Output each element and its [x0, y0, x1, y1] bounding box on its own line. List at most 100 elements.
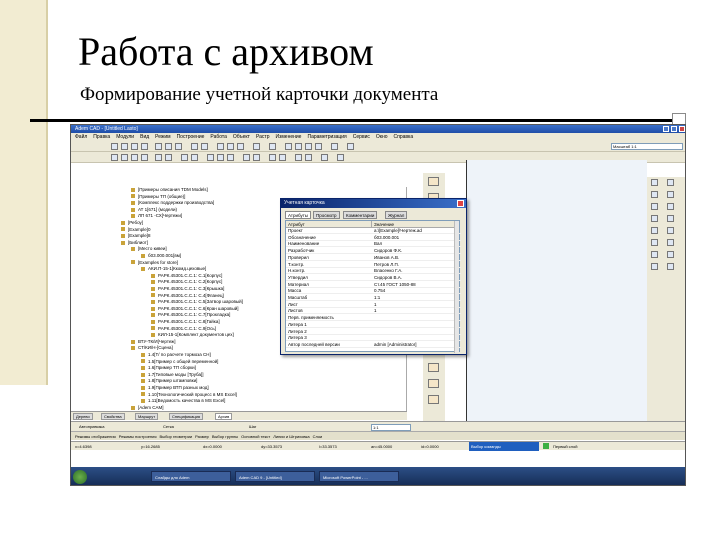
- move-icon[interactable]: [207, 154, 214, 161]
- spline-tool-icon[interactable]: [651, 215, 658, 222]
- attribute-row[interactable]: Лист 1: [286, 302, 461, 308]
- scale-combo[interactable]: Масштаб 1:1: [611, 143, 683, 150]
- tab-comments[interactable]: Комментарии: [343, 211, 378, 219]
- open-file-icon[interactable]: [121, 143, 128, 150]
- line-icon[interactable]: [111, 154, 118, 161]
- dimension-tool-icon[interactable]: [651, 263, 658, 270]
- tree-row[interactable]: РАРК.45301.С.С.1: С.1[Корпус]: [151, 273, 222, 279]
- save-icon[interactable]: [131, 143, 138, 150]
- arc-tool-icon[interactable]: [651, 191, 658, 198]
- tree-row[interactable]: 1.6[Пример ТП сборки]: [141, 365, 196, 371]
- export-tool-icon[interactable]: [428, 379, 439, 388]
- settings-icon[interactable]: [321, 154, 328, 161]
- menu-item[interactable]: Файл: [75, 133, 87, 141]
- print-icon[interactable]: [141, 143, 148, 150]
- tab-journal[interactable]: Журнал: [385, 211, 408, 219]
- new-file-icon[interactable]: [111, 143, 118, 150]
- line-tool-icon[interactable]: [651, 179, 658, 186]
- attribute-row[interactable]: Разработчик Сидоров Ф.К.: [286, 248, 461, 255]
- attribute-row[interactable]: Перв. применяемость: [286, 315, 461, 322]
- attribute-row[interactable]: Литера 3: [286, 335, 461, 342]
- mode-item[interactable]: Слои: [313, 432, 323, 440]
- zoom-fit-icon[interactable]: [237, 143, 244, 150]
- tree-row[interactable]: 1.4[Т/ по расчете тормоза СН]: [141, 352, 211, 358]
- tree-row[interactable]: АКИ.П-15-1[Ккомд.цеховые]: [141, 266, 206, 272]
- grid-scrollbar[interactable]: [454, 221, 459, 353]
- tab-specification[interactable]: Спецификация: [169, 413, 204, 420]
- tree-row[interactable]: [Adem CAM]: [131, 405, 164, 411]
- attribute-row[interactable]: Проект a:\[Example]\Чертеж.ad: [286, 228, 461, 234]
- paste-icon[interactable]: [175, 143, 182, 150]
- mode-item[interactable]: Основной текст: [241, 432, 270, 440]
- mode-item[interactable]: Размер: [195, 432, 209, 440]
- tree-row[interactable]: 1.10[Технологический процесс в MS Excel]: [141, 392, 237, 398]
- tab-archive[interactable]: Архив: [215, 413, 233, 420]
- menu-item[interactable]: Изменение: [275, 133, 301, 141]
- zoom-out-icon[interactable]: [227, 143, 234, 150]
- hatch-tool-icon[interactable]: [667, 215, 674, 222]
- tree-row[interactable]: ВТУ-ТК/И[Чертеж]: [131, 339, 176, 345]
- tree-row[interactable]: РАРК.45301.С.С.1: С.2[Корпус]: [151, 279, 222, 285]
- menu-item[interactable]: Сервис: [353, 133, 370, 141]
- array-tool-icon[interactable]: [667, 251, 674, 258]
- taskbar-item[interactable]: Adem CAD 9 - [Untitled]: [235, 471, 315, 482]
- attribute-row[interactable]: Материал Ст.45 ГОСТ 1050-88: [286, 282, 461, 288]
- tree-row[interactable]: РАРК.45301.С.С.1: С.9[Ось]: [151, 326, 216, 332]
- delete-tool-icon[interactable]: [667, 239, 674, 246]
- tree-row[interactable]: РАРК.45301.С.С.1: С.6[Кран шаровый]: [151, 306, 238, 312]
- tree-row[interactable]: [Example]0: [121, 227, 151, 233]
- text-tool-icon[interactable]: [667, 263, 674, 270]
- menu-item[interactable]: Растр: [256, 133, 270, 141]
- tree-row[interactable]: [Библиот]: [121, 240, 148, 246]
- mirror-tool-icon[interactable]: [651, 251, 658, 258]
- tree-row[interactable]: [Место кивеи]: [131, 246, 167, 252]
- minimize-icon[interactable]: [663, 126, 669, 132]
- column-header-attribute[interactable]: Атрибут: [286, 221, 372, 228]
- tree-row[interactable]: [Ребоу]: [121, 220, 143, 226]
- mode-item[interactable]: Режимы построения: [119, 432, 157, 440]
- menu-item[interactable]: Параметризация: [307, 133, 346, 141]
- circle-icon[interactable]: [131, 154, 138, 161]
- tree-row[interactable]: [Examples for store]: [131, 260, 178, 266]
- tree-row[interactable]: [Примеры описания TDM Models]: [131, 187, 208, 193]
- undo-icon[interactable]: [191, 143, 198, 150]
- menu-item[interactable]: Модули: [116, 133, 134, 141]
- render-icon[interactable]: [305, 154, 312, 161]
- pan-icon[interactable]: [253, 143, 260, 150]
- maximize-icon[interactable]: [671, 126, 677, 132]
- grid-icon[interactable]: [305, 143, 312, 150]
- ellipse-tool-icon[interactable]: [667, 203, 674, 210]
- zoom-in-icon[interactable]: [217, 143, 224, 150]
- ortho-icon[interactable]: [279, 154, 286, 161]
- cut-icon[interactable]: [155, 143, 162, 150]
- archive-tool-icon[interactable]: [428, 177, 439, 186]
- measure-icon[interactable]: [331, 143, 338, 150]
- refresh-icon[interactable]: [337, 154, 344, 161]
- snap-icon[interactable]: [269, 154, 276, 161]
- attribute-row[interactable]: Обозначение б03.000.001: [286, 235, 461, 241]
- tab-tree[interactable]: Дерево: [73, 413, 93, 420]
- trim-icon[interactable]: [243, 154, 250, 161]
- print-tool-icon[interactable]: [428, 363, 439, 372]
- rect-tool-icon[interactable]: [667, 179, 674, 186]
- table-icon[interactable]: [295, 143, 302, 150]
- tree-row[interactable]: ЛП 671 -СХ[Чертежи]: [131, 213, 182, 219]
- spline-icon[interactable]: [155, 154, 162, 161]
- chart-icon[interactable]: [315, 143, 322, 150]
- dimension-icon[interactable]: [181, 154, 188, 161]
- dialog-close-icon[interactable]: [457, 200, 464, 207]
- attribute-row[interactable]: Н.контр. Власенко Г.А.: [286, 268, 461, 275]
- attribute-row[interactable]: Наименование Вал: [286, 241, 461, 248]
- view-icon[interactable]: [295, 154, 302, 161]
- menu-item[interactable]: Режим: [155, 133, 170, 141]
- attribute-row[interactable]: Т.контр. Петров Л.П.: [286, 262, 461, 268]
- tree-row[interactable]: 1.9[Пример ВТП разных мод]: [141, 385, 209, 391]
- attribute-row[interactable]: Проверил Иванов А.В.: [286, 255, 461, 261]
- tree-row[interactable]: б03.000.001[вм]: [141, 253, 181, 259]
- menu-item[interactable]: Построение: [177, 133, 205, 141]
- tree-row[interactable]: СТ/КИ/Н-[Сцена]: [131, 345, 173, 351]
- attribute-row[interactable]: Масштаб 1:1: [286, 295, 461, 301]
- attribute-row[interactable]: Автор последней версии admin [Administrat…: [286, 342, 461, 348]
- scale-field[interactable]: 1:1: [371, 424, 411, 431]
- attribute-row[interactable]: Литера 1: [286, 322, 461, 328]
